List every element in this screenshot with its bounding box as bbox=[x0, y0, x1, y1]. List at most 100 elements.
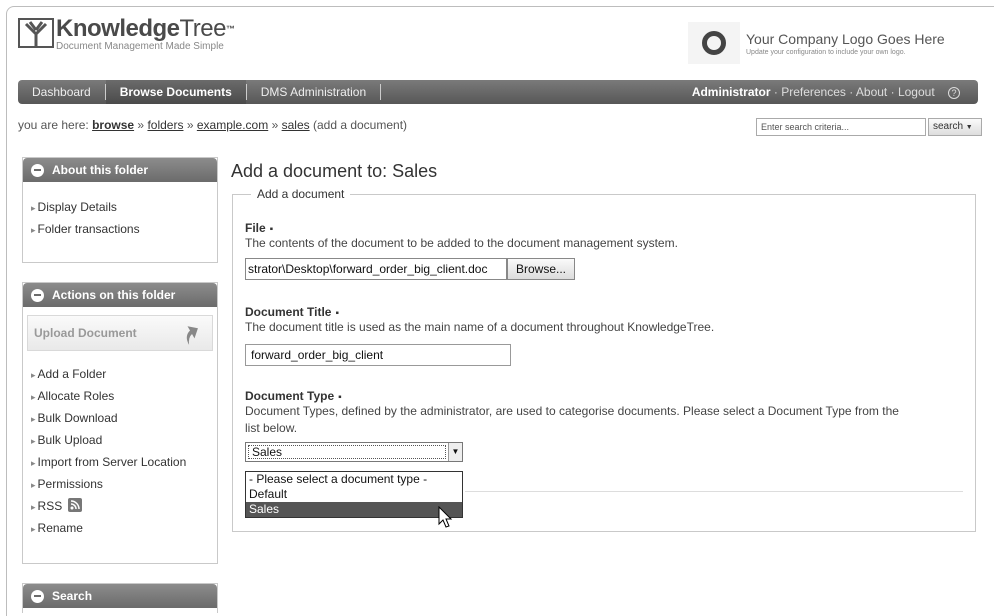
breadcrumb-example[interactable]: example.com bbox=[197, 118, 268, 132]
nav-dms-administration[interactable]: DMS Administration bbox=[247, 80, 380, 104]
breadcrumb-sales[interactable]: sales bbox=[282, 118, 310, 132]
link-label: Rename bbox=[37, 521, 83, 535]
nav-dot: · bbox=[890, 85, 895, 99]
bulk-download-link[interactable]: ▸ Bulk Download bbox=[23, 407, 217, 429]
breadcrumb-separator: » bbox=[137, 118, 145, 132]
breadcrumb-separator: » bbox=[271, 118, 279, 132]
preferences-link[interactable]: Preferences bbox=[781, 85, 846, 99]
actions-folder-header[interactable]: Actions on this folder bbox=[23, 283, 217, 307]
document-title-label-text: Document Title bbox=[245, 305, 332, 319]
document-type-description-1: Document Types, defined by the administr… bbox=[245, 404, 899, 418]
rss-icon bbox=[67, 498, 82, 512]
fieldset-divider bbox=[465, 491, 963, 492]
link-label: Import from Server Location bbox=[37, 455, 187, 469]
link-label: Add a Folder bbox=[37, 367, 107, 381]
page-title: Add a document to: Sales bbox=[231, 161, 438, 181]
document-type-selected: Sales bbox=[248, 445, 446, 459]
breadcrumb-folders[interactable]: folders bbox=[147, 118, 183, 132]
breadcrumb-suffix: (add a document) bbox=[312, 118, 408, 132]
breadcrumb: you are here: browse » folders » example… bbox=[18, 118, 407, 132]
permissions-link[interactable]: ▸ Permissions bbox=[23, 473, 217, 495]
logo-title-bold: Knowledge bbox=[56, 15, 180, 42]
nav-browse-documents[interactable]: Browse Documents bbox=[105, 80, 246, 104]
required-icon: ▪ bbox=[269, 224, 274, 235]
company-logo-icon bbox=[688, 22, 740, 64]
logout-link[interactable]: Logout bbox=[898, 85, 935, 99]
display-details-link[interactable]: ▸ Display Details bbox=[23, 196, 217, 218]
arrow-right-icon: ▸ bbox=[31, 436, 36, 446]
rename-link[interactable]: ▸ Rename bbox=[23, 517, 217, 539]
help-icon[interactable]: ? bbox=[948, 86, 960, 99]
search-panel-title: Search bbox=[52, 589, 93, 603]
tree-logo-icon bbox=[18, 18, 54, 48]
about-folder-header[interactable]: About this folder bbox=[23, 158, 217, 182]
breadcrumb-browse[interactable]: browse bbox=[92, 118, 134, 132]
main-nav-bar: Dashboard Browse Documents DMS Administr… bbox=[18, 80, 978, 104]
breadcrumb-prefix: you are here: bbox=[18, 118, 89, 132]
arrow-right-icon: ▸ bbox=[31, 458, 36, 468]
actions-folder-title: Actions on this folder bbox=[52, 288, 176, 302]
user-menu: Administrator · Preferences · About · Lo… bbox=[692, 80, 960, 104]
rss-link[interactable]: ▸ RSS bbox=[23, 495, 217, 517]
arrow-right-icon: ▸ bbox=[31, 480, 36, 490]
link-label: Permissions bbox=[37, 477, 103, 491]
document-title-description: The document title is used as the main n… bbox=[245, 320, 715, 334]
required-icon: ▪ bbox=[338, 392, 342, 403]
document-title-label: Document Title ▪ bbox=[245, 305, 714, 319]
arrow-right-icon: ▸ bbox=[31, 225, 36, 235]
chevron-down-icon: ▼ bbox=[448, 443, 462, 461]
fieldset-legend: Add a document bbox=[251, 187, 351, 201]
about-folder-title: About this folder bbox=[52, 163, 148, 177]
document-type-label-text: Document Type bbox=[245, 389, 335, 403]
link-label: Bulk Upload bbox=[37, 433, 103, 447]
document-type-dropdown: - Please select a document type - Defaul… bbox=[245, 471, 463, 518]
allocate-roles-link[interactable]: ▸ Allocate Roles bbox=[23, 385, 217, 407]
search-panel: Search bbox=[22, 583, 218, 613]
collapse-icon bbox=[31, 163, 44, 177]
option-please-select[interactable]: - Please select a document type - bbox=[246, 472, 462, 487]
about-folder-panel: About this folder ▸ Display Details ▸ Fold… bbox=[22, 157, 218, 263]
browse-button[interactable]: Browse... bbox=[507, 258, 576, 280]
arrow-right-icon: ▸ bbox=[31, 370, 36, 380]
search-input[interactable]: Enter search criteria... bbox=[756, 118, 926, 136]
logo-tagline: Document Management Made Simple bbox=[56, 41, 224, 52]
document-type-select[interactable]: Sales ▼ bbox=[245, 442, 463, 462]
upload-arrow-icon bbox=[186, 326, 198, 345]
collapse-icon bbox=[31, 589, 44, 603]
option-default[interactable]: Default bbox=[246, 487, 462, 502]
file-input[interactable]: strator\Desktop\forward_order_big_client… bbox=[245, 258, 507, 280]
add-folder-link[interactable]: ▸ Add a Folder bbox=[23, 363, 217, 385]
arrow-right-icon: ▸ bbox=[31, 502, 36, 512]
company-logo: Your Company Logo Goes Here Update your … bbox=[688, 22, 945, 64]
nav-dot: · bbox=[773, 85, 778, 99]
link-label: Bulk Download bbox=[37, 411, 118, 425]
upload-document-label: Upload Document bbox=[34, 326, 137, 340]
document-type-description-2: list below. bbox=[245, 421, 298, 435]
document-title-input[interactable]: forward_order_big_client bbox=[245, 344, 511, 366]
import-server-location-link[interactable]: ▸ Import from Server Location bbox=[23, 451, 217, 473]
search-button[interactable]: search ▼ bbox=[928, 118, 982, 136]
file-description: The contents of the document to be added… bbox=[245, 236, 678, 250]
arrow-right-icon: ▸ bbox=[31, 414, 36, 424]
knowledgetree-logo[interactable]: KnowledgeTree™ Document Management Made … bbox=[18, 15, 235, 52]
actions-folder-panel: Actions on this folder Upload Document ▸… bbox=[22, 282, 218, 564]
company-logo-title: Your Company Logo Goes Here bbox=[746, 30, 945, 47]
search-button-label: search bbox=[933, 121, 964, 132]
user-name[interactable]: Administrator bbox=[692, 85, 771, 99]
document-type-label: Document Type ▪ bbox=[245, 389, 965, 403]
folder-transactions-link[interactable]: ▸ Folder transactions bbox=[23, 218, 217, 240]
search-box: Enter search criteria... search ▼ bbox=[756, 118, 982, 136]
file-label-text: File bbox=[245, 221, 266, 235]
link-label: Display Details bbox=[37, 200, 117, 214]
required-icon: ▪ bbox=[335, 308, 340, 319]
nav-dashboard[interactable]: Dashboard bbox=[18, 80, 105, 104]
option-sales[interactable]: Sales bbox=[246, 502, 462, 517]
bulk-upload-link[interactable]: ▸ Bulk Upload bbox=[23, 429, 217, 451]
search-panel-header[interactable]: Search bbox=[23, 584, 217, 608]
upload-document-button[interactable]: Upload Document bbox=[27, 315, 213, 351]
chevron-down-icon: ▼ bbox=[965, 124, 973, 131]
arrow-right-icon: ▸ bbox=[31, 524, 36, 534]
about-link[interactable]: About bbox=[856, 85, 887, 99]
link-label: Allocate Roles bbox=[37, 389, 115, 403]
link-label: RSS bbox=[37, 499, 63, 513]
